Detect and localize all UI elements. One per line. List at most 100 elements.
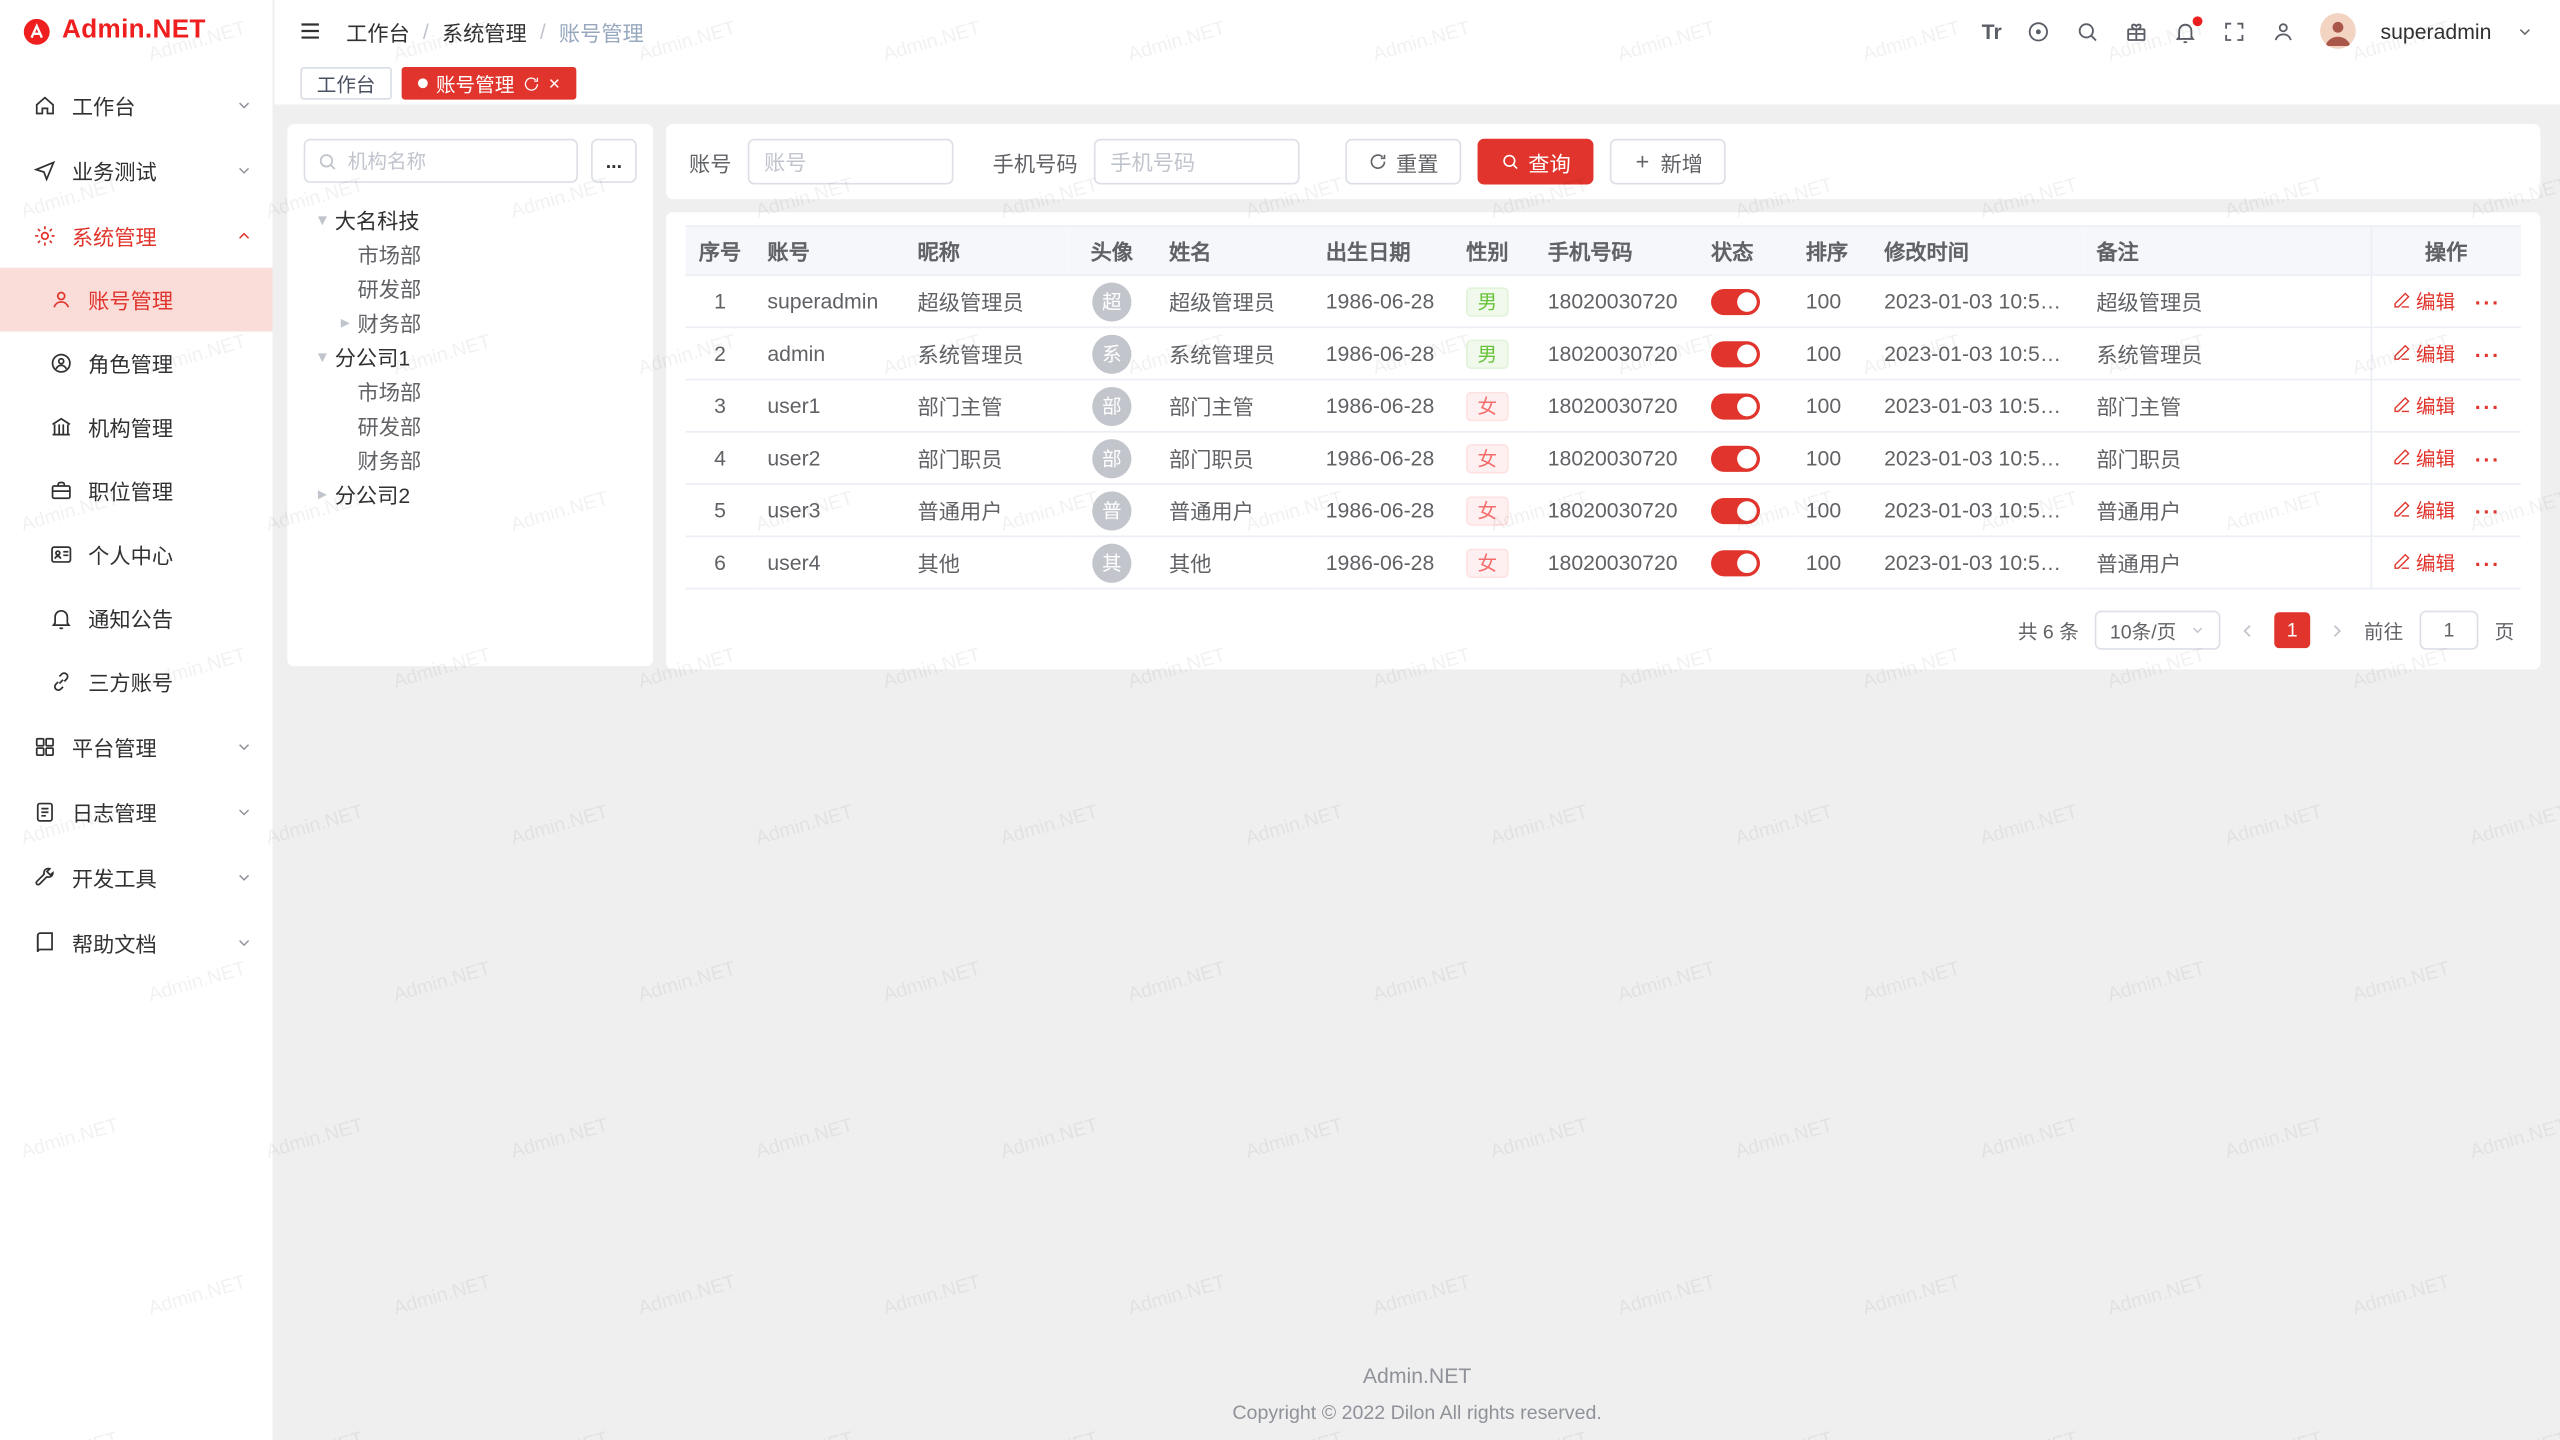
row-more-button[interactable]: ···: [2475, 448, 2501, 472]
tab-1[interactable]: 账号管理×: [402, 67, 577, 100]
sidebar-item-label: 系统管理: [72, 220, 221, 251]
sidebar-item-6[interactable]: 帮助文档: [0, 909, 273, 974]
search-button[interactable]: 查询: [1478, 139, 1594, 185]
goto-page-input[interactable]: [2420, 611, 2479, 650]
edit-button[interactable]: 编辑: [2391, 391, 2455, 419]
tree-node-3[interactable]: ▸财务部: [304, 305, 637, 339]
breadcrumb-item[interactable]: 账号管理: [559, 16, 644, 47]
row-more-button[interactable]: ···: [2475, 396, 2501, 420]
sidebar-item-1[interactable]: 业务测试: [0, 137, 273, 202]
breadcrumb-item[interactable]: 系统管理: [442, 16, 527, 47]
next-page-button[interactable]: [2326, 620, 2347, 641]
query-field-input-0[interactable]: [748, 139, 954, 185]
sidebar-item-5[interactable]: 开发工具: [0, 844, 273, 909]
cell-birthday: 1986-06-28: [1313, 536, 1453, 588]
row-more-button[interactable]: ···: [2475, 291, 2501, 315]
page-size-select[interactable]: 10条/页: [2095, 611, 2220, 650]
status-toggle[interactable]: [1711, 393, 1760, 419]
sidebar-item-2[interactable]: 系统管理: [0, 202, 273, 267]
font-size-icon[interactable]: Tr: [1982, 19, 2002, 43]
tree-node-5[interactable]: 市场部: [304, 374, 637, 408]
profile-icon[interactable]: [2271, 19, 2295, 43]
tree-caret-icon[interactable]: ▸: [310, 483, 334, 504]
status-toggle[interactable]: [1711, 498, 1760, 524]
edit-button[interactable]: 编辑: [2391, 548, 2455, 576]
skin-icon[interactable]: [2124, 19, 2148, 43]
reset-button[interactable]: 重置: [1345, 139, 1461, 185]
chevron-down-icon: [235, 96, 253, 114]
tree-more-button[interactable]: ...: [591, 139, 637, 183]
cell-avatar: 其: [1068, 536, 1156, 588]
edit-button[interactable]: 编辑: [2391, 496, 2455, 524]
gender-tag: 女: [1466, 548, 1508, 577]
org-tree: ▾大名科技市场部研发部▸财务部▾分公司1市场部研发部财务部▸分公司2: [304, 199, 637, 511]
add-button[interactable]: 新增: [1610, 139, 1726, 185]
edit-button[interactable]: 编辑: [2391, 287, 2455, 315]
sidebar-subitem-2-0[interactable]: 账号管理: [0, 268, 273, 332]
tree-node-6[interactable]: 研发部: [304, 408, 637, 442]
sidebar-item-0[interactable]: 工作台: [0, 72, 273, 137]
cell-status: [1698, 380, 1793, 432]
cell-avatar: 系: [1068, 327, 1156, 379]
edit-button-label: 编辑: [2416, 548, 2455, 576]
sidebar-item-4[interactable]: 日志管理: [0, 779, 273, 844]
page-number-button[interactable]: 1: [2274, 612, 2310, 648]
sidebar-subitem-2-4[interactable]: 个人中心: [0, 522, 273, 586]
tab-close-icon[interactable]: ×: [549, 73, 560, 93]
query-bar: 账号手机号码 重置 查询: [666, 124, 2540, 199]
notification-icon[interactable]: [2173, 19, 2197, 43]
edit-button-label: 编辑: [2416, 444, 2455, 472]
tree-node-4[interactable]: ▾分公司1: [304, 340, 637, 374]
tree-node-2[interactable]: 研发部: [304, 271, 637, 305]
row-more-button[interactable]: ···: [2475, 500, 2501, 524]
tree-node-1[interactable]: 市场部: [304, 237, 637, 271]
edit-button[interactable]: 编辑: [2391, 339, 2455, 367]
status-toggle[interactable]: [1711, 289, 1760, 315]
sidebar-subitem-label: 通知公告: [88, 602, 173, 633]
status-toggle[interactable]: [1711, 550, 1760, 576]
username[interactable]: superadmin: [2381, 19, 2492, 43]
test-icon: [33, 158, 57, 182]
cell-status: [1698, 484, 1793, 536]
gender-tag: 男: [1466, 287, 1508, 316]
tab-0[interactable]: 工作台: [300, 67, 391, 100]
org-search-input[interactable]: [304, 139, 578, 183]
table-header-row: 序号账号昵称头像姓名出生日期性别手机号码状态排序修改时间备注操作: [686, 226, 2521, 275]
tree-caret-icon[interactable]: ▾: [310, 209, 334, 230]
tab-refresh-icon[interactable]: [522, 74, 540, 92]
edit-button-label: 编辑: [2416, 287, 2455, 315]
status-toggle[interactable]: [1711, 341, 1760, 367]
sidebar-subitem-2-2[interactable]: 机构管理: [0, 395, 273, 459]
breadcrumb-item[interactable]: 工作台: [346, 16, 410, 47]
user-avatar[interactable]: [2320, 13, 2356, 49]
column-header-12: 操作: [2371, 226, 2521, 275]
sidebar-item-3[interactable]: 平台管理: [0, 713, 273, 778]
sidebar-subitem-2-6[interactable]: 三方账号: [0, 650, 273, 714]
tree-node-0[interactable]: ▾大名科技: [304, 202, 637, 236]
menu-collapse-icon[interactable]: [297, 18, 323, 44]
row-more-button[interactable]: ···: [2475, 552, 2501, 576]
sidebar-subitem-2-1[interactable]: 角色管理: [0, 331, 273, 395]
user-menu-chevron-icon[interactable]: [2516, 22, 2534, 40]
tree-caret-icon[interactable]: ▾: [310, 346, 334, 367]
cell-birthday: 1986-06-28: [1313, 432, 1453, 484]
row-more-button[interactable]: ···: [2475, 343, 2501, 367]
status-toggle[interactable]: [1711, 445, 1760, 471]
tree-node-8[interactable]: ▸分公司2: [304, 477, 637, 511]
search-icon[interactable]: [2075, 19, 2099, 43]
app-logo[interactable]: Admin.NET: [0, 0, 273, 62]
query-field-label-0: 账号: [689, 146, 731, 177]
sidebar-subitem-2-3[interactable]: 职位管理: [0, 459, 273, 523]
cell-index: 5: [686, 484, 755, 536]
cell-index: 1: [686, 275, 755, 327]
query-field-input-1[interactable]: [1094, 139, 1300, 185]
edit-button[interactable]: 编辑: [2391, 444, 2455, 472]
theme-icon[interactable]: [2026, 19, 2050, 43]
cell-phone: 18020030720: [1535, 536, 1698, 588]
prev-page-button[interactable]: [2237, 620, 2258, 641]
sidebar-subitem-2-5[interactable]: 通知公告: [0, 586, 273, 650]
tree-caret-icon[interactable]: ▸: [333, 312, 357, 333]
fullscreen-icon[interactable]: [2222, 19, 2246, 43]
tree-node-7[interactable]: 财务部: [304, 442, 637, 476]
home-icon: [33, 92, 57, 116]
